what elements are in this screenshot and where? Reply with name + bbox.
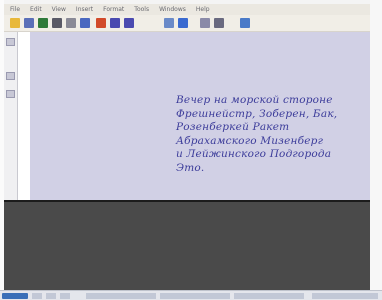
taskbar-icon[interactable] (46, 293, 56, 299)
menu-format[interactable]: Format (103, 4, 124, 15)
menu-windows[interactable]: Windows (159, 4, 186, 15)
menu-tools[interactable]: Tools (134, 4, 149, 15)
menu-edit[interactable]: Edit (30, 4, 42, 15)
save-icon[interactable] (38, 18, 48, 28)
undo-icon[interactable] (110, 18, 120, 28)
start-button[interactable] (2, 293, 28, 299)
taskbar-window-button[interactable] (86, 293, 156, 299)
draw-icon[interactable] (200, 18, 210, 28)
menu-view[interactable]: View (52, 4, 66, 15)
system-tray (312, 293, 378, 299)
taskbar-window-button[interactable] (234, 293, 304, 299)
screen-right-edge (370, 0, 382, 300)
help-icon[interactable] (240, 18, 250, 28)
menu-help[interactable]: Help (196, 4, 210, 15)
toolbar (4, 15, 370, 32)
zoom-icon[interactable] (214, 18, 224, 28)
text-line: Вечер на морской стороне (176, 94, 333, 106)
menu-file[interactable]: File (10, 4, 20, 15)
application-window: File Edit View Insert Format Tools Windo… (4, 4, 370, 290)
side-panel (4, 32, 18, 200)
paste-icon[interactable] (96, 18, 106, 28)
menu-insert[interactable]: Insert (76, 4, 93, 15)
text-line: и Лейжинского Подгорода (176, 148, 332, 160)
text-line: Фрешнейстр, Зоберен, Бак, (176, 107, 338, 120)
chart-icon[interactable] (178, 18, 188, 28)
open-icon[interactable] (24, 18, 34, 28)
copy-icon[interactable] (80, 18, 90, 28)
text-line: Абрахамского Мизенберг (176, 134, 324, 147)
text-line: Это. (176, 161, 205, 174)
taskbar-window-button[interactable] (160, 293, 230, 299)
side-panel-button[interactable] (6, 90, 15, 98)
document-text[interactable]: Вечер на морской стороне Фрешнейстр, Зоб… (176, 94, 366, 175)
vertical-ruler (18, 32, 30, 200)
taskbar-icon[interactable] (60, 293, 70, 299)
side-panel-button[interactable] (6, 38, 15, 46)
side-panel-button[interactable] (6, 72, 15, 80)
print-icon[interactable] (52, 18, 62, 28)
menu-bar: File Edit View Insert Format Tools Windo… (4, 4, 370, 15)
cut-icon[interactable] (66, 18, 76, 28)
text-line: Розенберкей Ракет (176, 121, 290, 133)
new-icon[interactable] (10, 18, 20, 28)
redo-icon[interactable] (124, 18, 134, 28)
taskbar-icon[interactable] (32, 293, 42, 299)
taskbar (0, 290, 382, 300)
table-icon[interactable] (164, 18, 174, 28)
lower-panel (4, 202, 370, 290)
